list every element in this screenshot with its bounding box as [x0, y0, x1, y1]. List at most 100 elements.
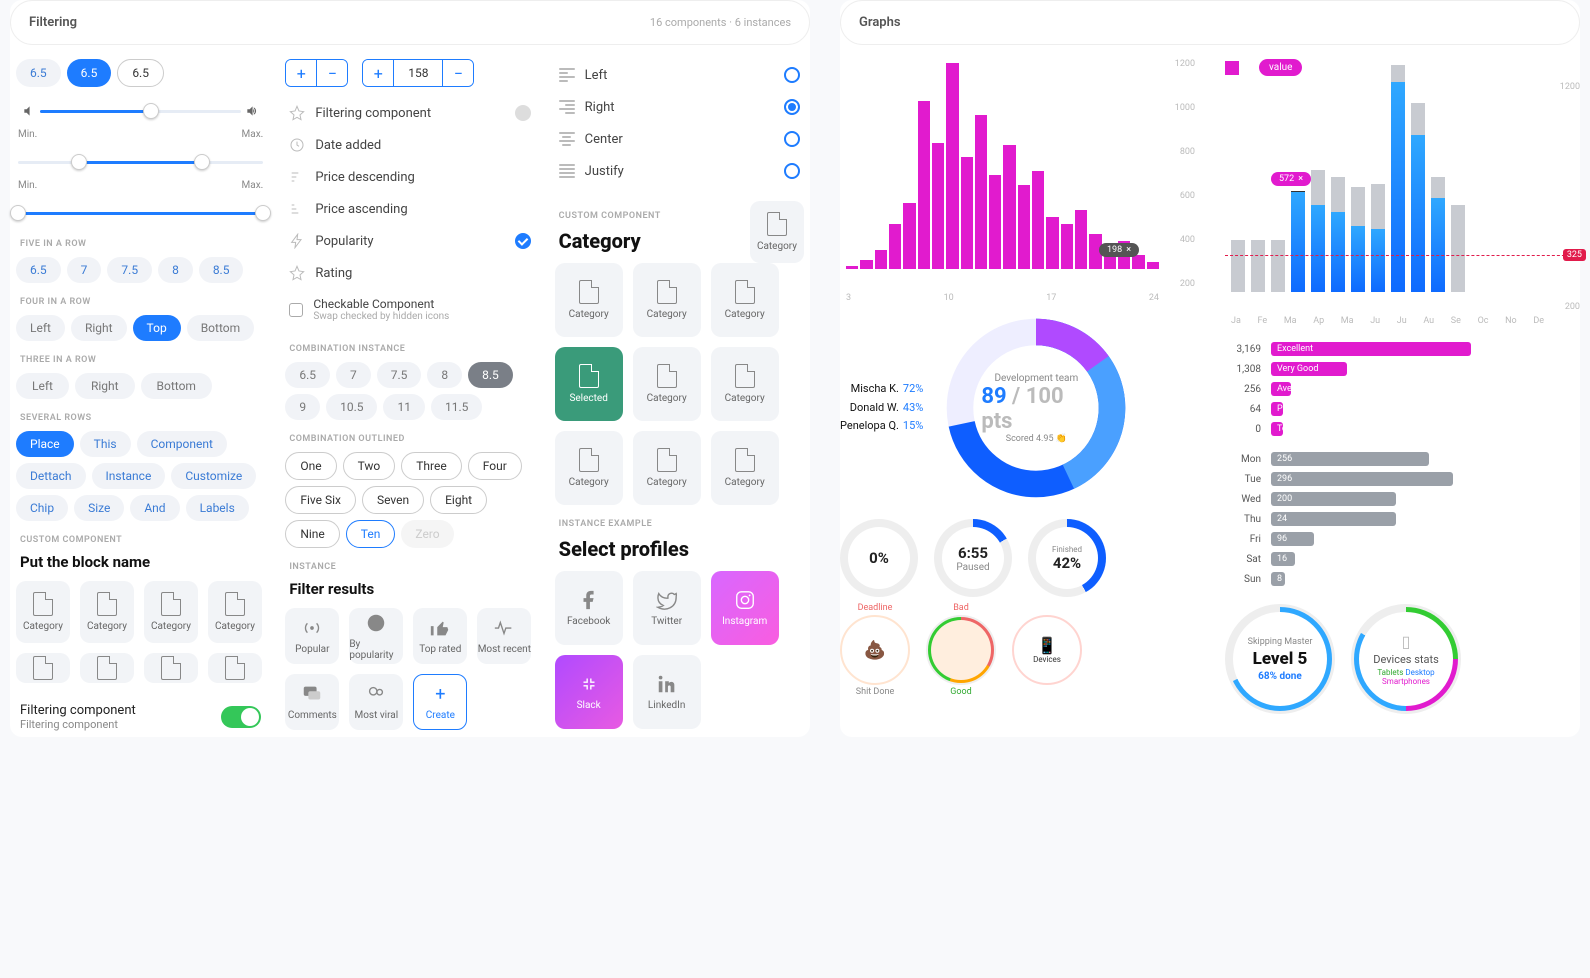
- radio[interactable]: [784, 131, 800, 147]
- radio[interactable]: [784, 67, 800, 83]
- chip-sev-8[interactable]: And: [130, 495, 179, 521]
- out-9[interactable]: Zero: [401, 520, 453, 548]
- chip-four-1[interactable]: Right: [71, 315, 127, 341]
- tile-category-lone[interactable]: Category: [750, 201, 804, 263]
- cat-5[interactable]: Category: [711, 347, 779, 421]
- combo-0[interactable]: 6.5: [285, 362, 330, 388]
- chip-sev-6[interactable]: Chip: [16, 495, 68, 521]
- chip-6-5-c[interactable]: 6.5: [117, 59, 164, 87]
- cat-2[interactable]: Category: [711, 263, 779, 337]
- row-date-added[interactable]: Date added: [285, 129, 534, 161]
- align-right[interactable]: Right: [555, 91, 804, 123]
- combo-3[interactable]: 8: [427, 362, 462, 388]
- chip-sev-1[interactable]: This: [80, 431, 131, 457]
- stepper-simple[interactable]: + −: [285, 59, 348, 87]
- stepper-value[interactable]: + 158 −: [362, 59, 474, 87]
- combo-8[interactable]: 11.5: [431, 394, 482, 420]
- profile-twitter[interactable]: Twitter: [633, 571, 701, 645]
- out-0[interactable]: One: [285, 452, 336, 480]
- radio[interactable]: [784, 163, 800, 179]
- tile-top-rated[interactable]: Top rated: [413, 608, 467, 664]
- cat-0[interactable]: Category: [555, 263, 623, 337]
- chip-five-2[interactable]: 7.5: [107, 257, 152, 283]
- checkbox[interactable]: [289, 303, 303, 317]
- out-4[interactable]: Five Six: [285, 486, 356, 514]
- cat-6[interactable]: Category: [555, 431, 623, 505]
- range-slider-2[interactable]: [18, 201, 263, 225]
- row-filtering-component[interactable]: Filtering component: [285, 97, 534, 129]
- cat-3-selected[interactable]: Selected: [555, 347, 623, 421]
- row-checkable[interactable]: Checkable Component Swap checked by hidd…: [285, 289, 534, 330]
- align-justify[interactable]: Justify: [555, 155, 804, 187]
- chip-sev-4[interactable]: Instance: [92, 463, 166, 489]
- profile-facebook[interactable]: Facebook: [555, 571, 623, 645]
- chip-four-0[interactable]: Left: [16, 315, 65, 341]
- minus-button-2[interactable]: −: [443, 60, 473, 86]
- align-center[interactable]: Center: [555, 123, 804, 155]
- chip-five-1[interactable]: 7: [67, 257, 102, 283]
- chip-five-4[interactable]: 8.5: [199, 257, 244, 283]
- out-3[interactable]: Four: [468, 452, 522, 480]
- combo-6[interactable]: 10.5: [326, 394, 377, 420]
- profile-instagram[interactable]: Instagram: [711, 571, 779, 645]
- row-price-asc[interactable]: Price ascending: [285, 193, 534, 225]
- tile-category-b3[interactable]: [144, 653, 198, 683]
- tile-category-a1[interactable]: Category: [16, 581, 70, 643]
- minus-button[interactable]: −: [317, 60, 347, 86]
- cat-7[interactable]: Category: [633, 431, 701, 505]
- range-slider-1[interactable]: [18, 150, 263, 174]
- chip-sev-2[interactable]: Component: [137, 431, 227, 457]
- chip-four-3[interactable]: Bottom: [187, 315, 254, 341]
- combo-7[interactable]: 11: [383, 394, 425, 420]
- chip-three-0[interactable]: Left: [16, 373, 69, 399]
- tile-category-a4[interactable]: Category: [208, 581, 262, 643]
- align-left[interactable]: Left: [555, 59, 804, 91]
- chip-five-0[interactable]: 6.5: [16, 257, 61, 283]
- chip-6-5-b[interactable]: 6.5: [67, 59, 112, 87]
- tile-by-popularity[interactable]: By popularity: [349, 608, 403, 664]
- row-price-desc[interactable]: Price descending: [285, 161, 534, 193]
- out-8[interactable]: Ten: [346, 520, 396, 548]
- tile-category-a2[interactable]: Category: [80, 581, 134, 643]
- combo-5[interactable]: 9: [285, 394, 320, 420]
- combo-2[interactable]: 7.5: [377, 362, 422, 388]
- tile-category-b4[interactable]: [208, 653, 262, 683]
- profile-slack[interactable]: Slack: [555, 655, 623, 729]
- chip-sev-0[interactable]: Place: [16, 431, 74, 457]
- plus-button-2[interactable]: +: [363, 60, 393, 86]
- out-1[interactable]: Two: [343, 452, 396, 480]
- chip-three-1[interactable]: Right: [75, 373, 135, 399]
- filtering-toggle[interactable]: [221, 706, 261, 728]
- volume-slider[interactable]: [18, 99, 263, 123]
- chip-five-3[interactable]: 8: [158, 257, 193, 283]
- combo-1[interactable]: 7: [336, 362, 371, 388]
- tile-popular[interactable]: Popular: [285, 608, 339, 664]
- out-5[interactable]: Seven: [362, 486, 424, 514]
- cat-4[interactable]: Category: [633, 347, 701, 421]
- tile-most-viral[interactable]: Most viral: [349, 674, 403, 730]
- tile-create[interactable]: +Create: [413, 674, 467, 730]
- plus-button[interactable]: +: [286, 60, 316, 86]
- tile-most-recent[interactable]: Most recent: [477, 608, 531, 664]
- tile-comments[interactable]: Comments: [285, 674, 339, 730]
- out-6[interactable]: Eight: [430, 486, 487, 514]
- out-2[interactable]: Three: [401, 452, 461, 480]
- chip-sev-9[interactable]: Labels: [186, 495, 249, 521]
- combo-4[interactable]: 8.5: [468, 362, 513, 388]
- out-7[interactable]: Nine: [285, 520, 339, 548]
- chip-sev-3[interactable]: Dettach: [16, 463, 86, 489]
- chip-sev-7[interactable]: Size: [74, 495, 124, 521]
- row-popularity[interactable]: Popularity: [285, 225, 534, 257]
- chip-three-2[interactable]: Bottom: [141, 373, 212, 399]
- radio-selected[interactable]: [784, 99, 800, 115]
- row-rating[interactable]: Rating: [285, 257, 534, 289]
- cat-1[interactable]: Category: [633, 263, 701, 337]
- tile-category-a3[interactable]: Category: [144, 581, 198, 643]
- cat-8[interactable]: Category: [711, 431, 779, 505]
- profile-linkedin[interactable]: LinkedIn: [633, 655, 701, 729]
- chip-four-2[interactable]: Top: [133, 315, 181, 341]
- chip-6-5-a[interactable]: 6.5: [16, 59, 61, 87]
- chip-sev-5[interactable]: Customize: [171, 463, 256, 489]
- tile-category-b1[interactable]: [16, 653, 70, 683]
- tile-category-b2[interactable]: [80, 653, 134, 683]
